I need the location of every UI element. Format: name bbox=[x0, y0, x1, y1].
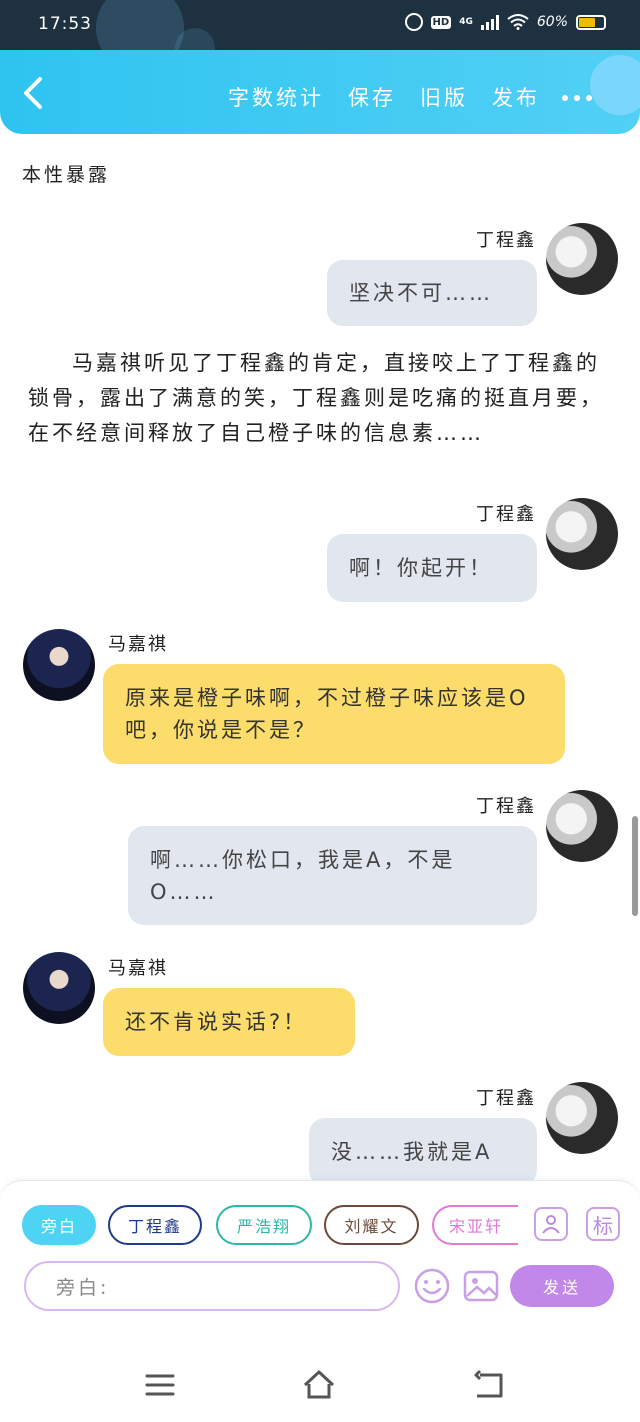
save-button[interactable]: 保存 bbox=[348, 82, 396, 112]
tag-button[interactable]: 标 bbox=[586, 1207, 620, 1241]
network-type: 4G bbox=[459, 17, 473, 27]
message-bubble[interactable]: 原来是橙子味啊，不过橙子味应该是O吧，你说是不是？ bbox=[103, 664, 565, 764]
message-input[interactable]: 旁白: bbox=[24, 1261, 400, 1311]
role-chip-yan[interactable]: 严浩翔 bbox=[216, 1205, 312, 1245]
composer-panel: 旁白 丁程鑫 严浩翔 刘耀文 宋亚轩 标 旁白: 发送 bbox=[0, 1180, 640, 1348]
story-title: 本性暴露 bbox=[22, 164, 111, 186]
status-time: 17:53 bbox=[38, 14, 92, 34]
message-bubble[interactable]: 啊……你松口，我是A，不是O…… bbox=[128, 826, 537, 925]
more-options-icon[interactable] bbox=[562, 95, 592, 101]
message-bubble[interactable]: 还不肯说实话?！ bbox=[103, 988, 355, 1056]
old-version-button[interactable]: 旧版 bbox=[420, 82, 468, 112]
menu-icon[interactable] bbox=[143, 1368, 177, 1402]
speaker-name: 丁程鑫 bbox=[476, 230, 536, 251]
alarm-icon bbox=[404, 13, 423, 31]
avatar[interactable] bbox=[23, 629, 95, 701]
avatar[interactable] bbox=[546, 498, 618, 570]
avatar[interactable] bbox=[546, 223, 618, 295]
speaker-name: 丁程鑫 bbox=[476, 504, 536, 525]
message-bubble[interactable]: 啊！你起开！ bbox=[327, 534, 537, 602]
avatar[interactable] bbox=[546, 1082, 618, 1154]
back-arrow-icon[interactable] bbox=[18, 76, 48, 110]
word-count-button[interactable]: 字数统计 bbox=[228, 82, 324, 112]
back-nav-icon[interactable] bbox=[472, 1368, 506, 1402]
message-bubble[interactable]: 没……我就是A bbox=[309, 1118, 537, 1180]
role-manage-icon[interactable] bbox=[534, 1207, 568, 1241]
role-chip-narration[interactable]: 旁白 bbox=[22, 1205, 96, 1245]
speaker-name: 丁程鑫 bbox=[476, 1088, 536, 1109]
avatar[interactable] bbox=[546, 790, 618, 862]
battery-icon bbox=[576, 14, 606, 30]
editor-header: 字数统计 保存 旧版 发布 bbox=[0, 50, 640, 134]
status-bar: 17:53 HD 4G 60% bbox=[0, 0, 640, 50]
message-bubble[interactable]: 坚决不可…… bbox=[327, 260, 537, 326]
signal-icon bbox=[480, 14, 499, 30]
chat-content[interactable]: 本性暴露 丁程鑫 坚决不可…… 马嘉祺听见了丁程鑫的肯定，直接咬上了丁程鑫的锁骨… bbox=[0, 134, 640, 1180]
emoji-icon[interactable] bbox=[413, 1267, 451, 1305]
role-chip-ding[interactable]: 丁程鑫 bbox=[108, 1205, 202, 1245]
decorative-bubble bbox=[590, 55, 640, 115]
scrollbar[interactable] bbox=[632, 816, 638, 916]
speaker-name: 丁程鑫 bbox=[476, 796, 536, 817]
home-icon[interactable] bbox=[302, 1368, 336, 1402]
hd-icon: HD bbox=[430, 15, 452, 29]
system-nav-bar bbox=[0, 1348, 640, 1422]
role-chip-song[interactable]: 宋亚轩 bbox=[432, 1205, 518, 1245]
send-button[interactable]: 发送 bbox=[510, 1265, 614, 1307]
battery-percent: 60% bbox=[536, 14, 568, 30]
avatar[interactable] bbox=[23, 952, 95, 1024]
wifi-icon bbox=[507, 14, 529, 30]
image-icon[interactable] bbox=[462, 1267, 500, 1305]
decorative-bubble bbox=[96, 0, 184, 50]
publish-button[interactable]: 发布 bbox=[492, 82, 540, 112]
speaker-name: 马嘉祺 bbox=[108, 958, 168, 979]
role-chip-liu[interactable]: 刘耀文 bbox=[324, 1205, 419, 1245]
speaker-name: 马嘉祺 bbox=[108, 634, 168, 655]
narration-text[interactable]: 马嘉祺听见了丁程鑫的肯定，直接咬上了丁程鑫的锁骨，露出了满意的笑，丁程鑫则是吃痛… bbox=[28, 346, 614, 451]
